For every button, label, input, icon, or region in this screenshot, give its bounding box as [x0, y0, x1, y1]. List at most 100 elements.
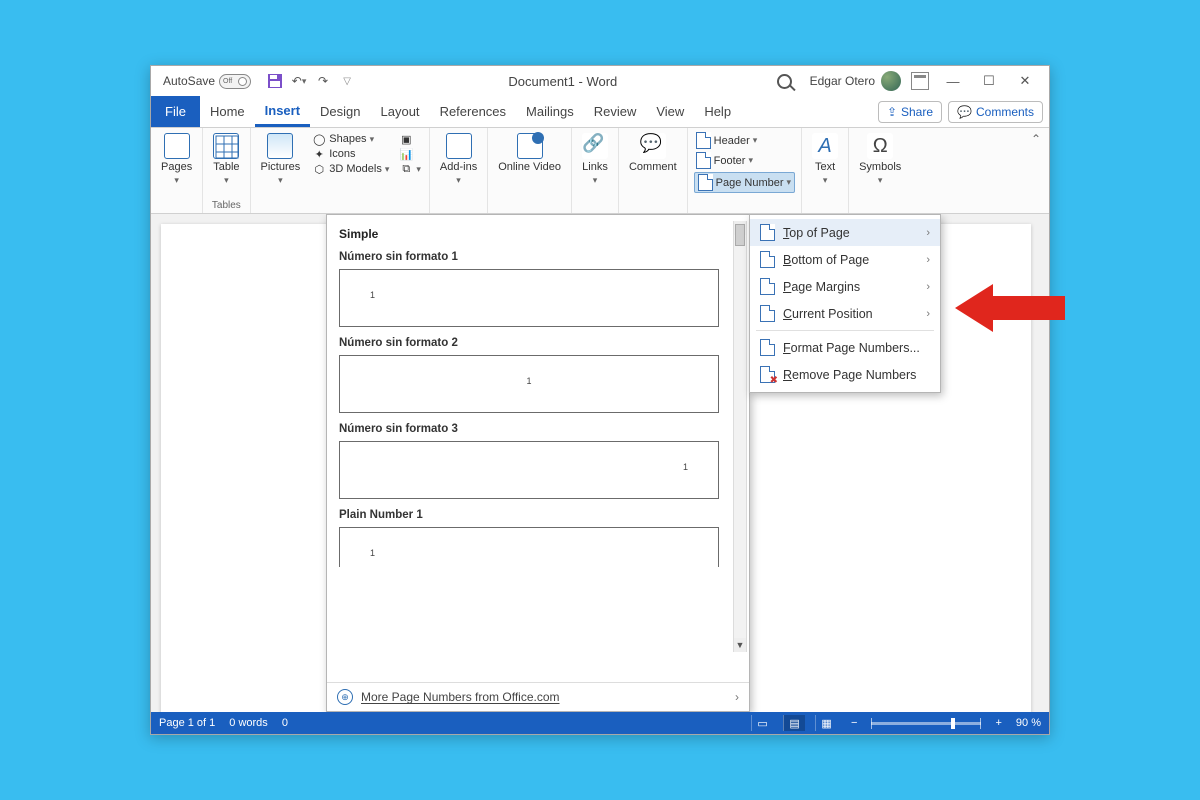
- tab-mailings[interactable]: Mailings: [516, 96, 584, 127]
- zoom-in-button[interactable]: +: [991, 717, 1005, 729]
- addins-button[interactable]: Add-ins▾: [436, 132, 481, 187]
- icons-icon: ✦: [312, 147, 326, 161]
- chevron-right-icon: ›: [926, 227, 930, 239]
- group-text: AText▾: [802, 128, 849, 213]
- group-comments: 💬Comment: [619, 128, 688, 213]
- symbols-button[interactable]: ΩSymbols▾: [855, 132, 905, 187]
- close-button[interactable]: ✕: [1007, 68, 1043, 94]
- chevron-right-icon: ›: [926, 308, 930, 320]
- links-button[interactable]: 🔗Links▾: [578, 132, 612, 187]
- autosave-toggle[interactable]: Off: [219, 74, 251, 89]
- status-page[interactable]: Page 1 of 1: [159, 717, 215, 729]
- pagenumber-icon: [698, 174, 713, 191]
- user-name[interactable]: Edgar Otero: [810, 74, 875, 88]
- ribbon: Pages▾ Table▾ Tables Pictures▾ ◯Shapes▾: [151, 128, 1049, 214]
- 3dmodels-button[interactable]: ⬡3D Models▾: [310, 162, 391, 176]
- tab-view[interactable]: View: [646, 96, 694, 127]
- header-icon: [696, 132, 711, 149]
- tab-file[interactable]: File: [151, 96, 200, 127]
- footer-button[interactable]: Footer▾: [694, 152, 795, 169]
- chevron-right-icon: ›: [926, 254, 930, 266]
- maximize-button[interactable]: ☐: [971, 68, 1007, 94]
- gallery-item-2[interactable]: 1: [339, 355, 719, 413]
- video-icon: [517, 133, 543, 159]
- tab-help[interactable]: Help: [694, 96, 741, 127]
- chevron-right-icon: ›: [926, 281, 930, 293]
- tab-references[interactable]: References: [430, 96, 516, 127]
- group-illustrations: Pictures▾ ◯Shapes▾ ✦Icons ⬡3D Models▾ ▣ …: [251, 128, 430, 213]
- screenshot-button[interactable]: ⧉▾: [397, 162, 423, 176]
- status-words[interactable]: 0 words: [229, 717, 268, 729]
- group-addins: Add-ins▾: [430, 128, 488, 213]
- page-icon: [760, 224, 775, 241]
- zoom-out-button[interactable]: −: [847, 717, 861, 729]
- submenu-bottom-of-page[interactable]: Bottom of Page ›: [750, 246, 940, 273]
- gallery-scrollbar[interactable]: ▲ ▼: [733, 221, 747, 652]
- tab-design[interactable]: Design: [310, 96, 370, 127]
- pictures-button[interactable]: Pictures▾: [257, 132, 305, 187]
- document-title: Document1 - Word: [359, 74, 767, 89]
- pictures-icon: [267, 133, 293, 159]
- online-video-button[interactable]: Online Video: [494, 132, 565, 174]
- view-readmode[interactable]: ▭: [751, 715, 773, 731]
- chart-button[interactable]: 📊: [397, 147, 423, 161]
- tab-home[interactable]: Home: [200, 96, 255, 127]
- save-icon[interactable]: [266, 72, 284, 90]
- text-button[interactable]: AText▾: [808, 132, 842, 187]
- gallery-item-3[interactable]: 1: [339, 441, 719, 499]
- share-button[interactable]: ⇪ Share: [878, 101, 942, 123]
- comments-icon: 💬: [957, 105, 972, 119]
- word-window: AutoSave Off ↶▾ ↷ ▽ Document1 - Word Edg…: [150, 65, 1050, 735]
- avatar[interactable]: [881, 71, 901, 91]
- collapse-ribbon-icon[interactable]: ⌃: [1023, 128, 1049, 213]
- table-button[interactable]: Table▾: [209, 132, 243, 187]
- smartart-button[interactable]: ▣: [397, 132, 423, 146]
- comment-button[interactable]: 💬Comment: [625, 132, 681, 174]
- tab-review[interactable]: Review: [584, 96, 647, 127]
- minimize-button[interactable]: —: [935, 68, 971, 94]
- chart-icon: 📊: [399, 147, 413, 161]
- chevron-right-icon: ›: [735, 690, 739, 704]
- pagenumber-submenu: Top of Page › Bottom of Page › Page Marg…: [749, 214, 941, 393]
- search-icon[interactable]: [777, 74, 792, 89]
- status-bar: Page 1 of 1 0 words 0 ▭ ▤ ▦ − + 90 %: [151, 712, 1049, 734]
- tab-insert[interactable]: Insert: [255, 96, 310, 127]
- zoom-value[interactable]: 90 %: [1016, 717, 1041, 729]
- comments-button[interactable]: 💬 Comments: [948, 101, 1043, 123]
- ribbon-display-options-icon[interactable]: [911, 72, 929, 90]
- page-icon: [760, 305, 775, 322]
- page-number-button[interactable]: Page Number▾: [694, 172, 795, 193]
- submenu-format-page-numbers[interactable]: Format Page Numbers...: [750, 334, 940, 361]
- qat-customize-icon[interactable]: ▽: [338, 72, 356, 90]
- undo-icon[interactable]: ↶▾: [290, 72, 308, 90]
- screenshot-icon: ⧉: [399, 162, 413, 176]
- redo-icon[interactable]: ↷: [314, 72, 332, 90]
- autosave-knob-icon: [238, 77, 247, 86]
- pages-button[interactable]: Pages▾: [157, 132, 196, 187]
- group-links: 🔗Links▾: [572, 128, 619, 213]
- gallery-footer-more[interactable]: ⊕ MMore Page Numbers from Office.comore …: [327, 682, 749, 711]
- icons-button[interactable]: ✦Icons: [310, 147, 391, 161]
- gallery-item-label-1: Número sin formato 1: [339, 251, 729, 263]
- text-icon: A: [812, 133, 838, 159]
- submenu-page-margins[interactable]: Page Margins ›: [750, 273, 940, 300]
- submenu-current-position[interactable]: Current Position ›: [750, 300, 940, 327]
- comment-icon: 💬: [640, 133, 666, 159]
- submenu-top-of-page[interactable]: Top of Page ›: [750, 219, 940, 246]
- addins-icon: [446, 133, 472, 159]
- view-printlayout[interactable]: ▤: [783, 715, 805, 731]
- zoom-slider[interactable]: [871, 722, 981, 725]
- footer-icon: [696, 152, 711, 169]
- scroll-thumb[interactable]: [735, 224, 745, 246]
- header-button[interactable]: Header▾: [694, 132, 795, 149]
- shapes-button[interactable]: ◯Shapes▾: [310, 132, 391, 146]
- gallery-item-4[interactable]: 1: [339, 527, 719, 567]
- submenu-remove-page-numbers[interactable]: ✖ Remove Page Numbers: [750, 361, 940, 388]
- scroll-down-icon[interactable]: ▼: [734, 638, 746, 652]
- gallery-item-label-2: Número sin formato 2: [339, 337, 729, 349]
- view-weblayout[interactable]: ▦: [815, 715, 837, 731]
- tab-layout[interactable]: Layout: [371, 96, 430, 127]
- pagenumber-gallery: Simple Número sin formato 1 1 Número sin…: [326, 214, 750, 712]
- shapes-icon: ◯: [312, 132, 326, 146]
- gallery-item-1[interactable]: 1: [339, 269, 719, 327]
